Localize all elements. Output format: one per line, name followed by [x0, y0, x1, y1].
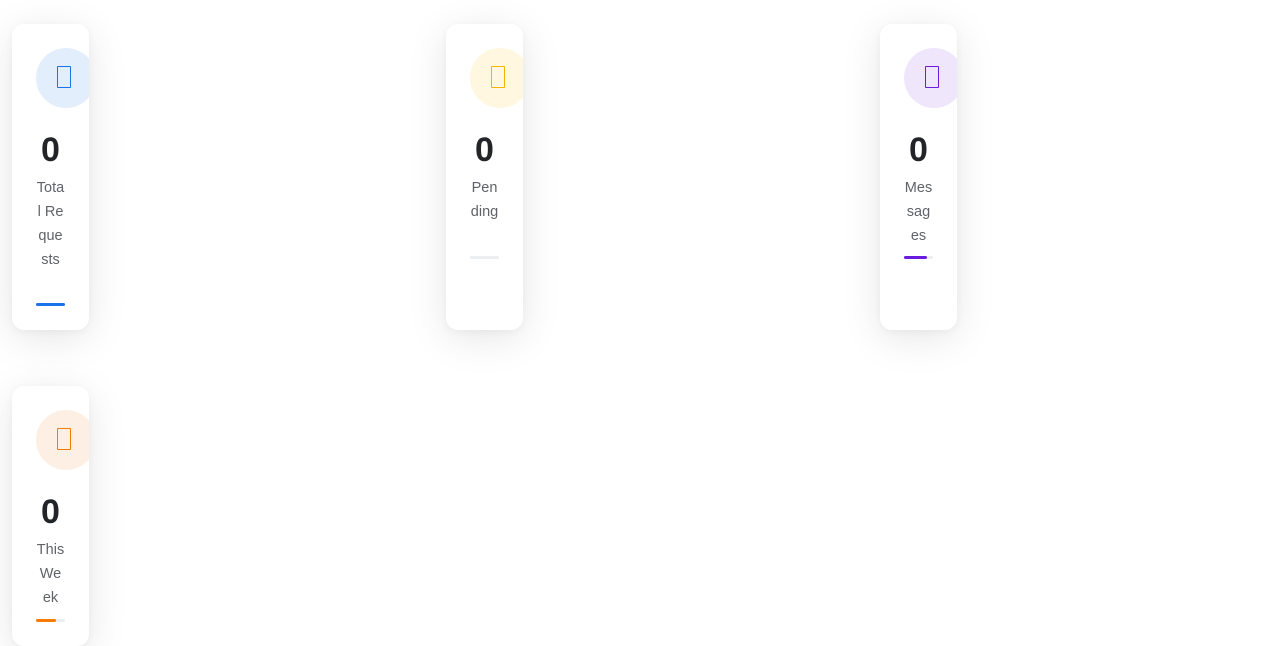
icon-circle	[904, 48, 957, 108]
stat-label: Messages	[904, 180, 933, 244]
stat-value: 0	[909, 131, 928, 169]
stat-label: Pending	[470, 180, 499, 220]
stat-card-total-requests[interactable]: 0 Total Requests	[12, 24, 89, 330]
message-icon	[925, 66, 939, 88]
stats-grid: 0 Total Requests 0 Pending 0 Messages 0 …	[0, 0, 1270, 646]
icon-circle	[36, 48, 89, 108]
progress-bar	[470, 256, 499, 259]
stat-value: 0	[41, 493, 60, 531]
document-icon	[57, 66, 71, 88]
progress-bar	[904, 256, 933, 259]
stat-label: This Week	[36, 542, 65, 606]
stat-card-pending[interactable]: 0 Pending	[446, 24, 523, 330]
stat-label: Total Requests	[36, 180, 65, 268]
stat-value: 0	[41, 131, 60, 169]
calendar-icon	[57, 428, 71, 450]
progress-bar	[36, 303, 65, 306]
progress-bar	[36, 619, 65, 622]
progress-fill	[36, 303, 65, 306]
stat-value: 0	[475, 131, 494, 169]
icon-circle	[36, 410, 89, 470]
stat-card-messages[interactable]: 0 Messages	[880, 24, 957, 330]
icon-circle	[470, 48, 523, 108]
clock-icon	[491, 66, 505, 88]
progress-fill	[904, 256, 928, 259]
stat-card-this-week[interactable]: 0 This Week	[12, 386, 89, 646]
progress-fill	[36, 619, 57, 622]
